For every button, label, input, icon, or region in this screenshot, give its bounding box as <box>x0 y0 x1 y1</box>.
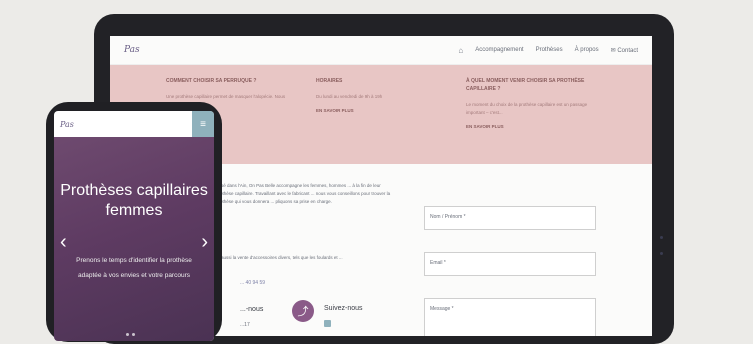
read-more-link[interactable]: EN SAVOIR PLUS <box>316 107 426 115</box>
tablet-sensor-dot <box>660 236 663 239</box>
info-title: À QUEL MOMENT VENIR CHOISIR SA PROTHÈSE … <box>466 78 585 92</box>
phone-screen: Pas ≡ Prothèses capillaires femmes Preno… <box>54 111 214 341</box>
tablet-navbar: Pas ⌂ Accompagnement Prothèses À propos … <box>110 36 652 65</box>
email-field[interactable]: Email * <box>424 252 596 276</box>
slider-dots[interactable] <box>126 333 135 336</box>
contact-line: ...17 <box>240 322 250 328</box>
chevron-right-icon[interactable]: › <box>201 231 208 254</box>
info-text: Le moment du choix de la prothèse capill… <box>466 102 588 115</box>
phone-link[interactable]: ... 40 94 59 <box>240 280 265 286</box>
info-title: HORAIRES <box>316 78 343 84</box>
read-more-link[interactable]: EN SAVOIR PLUS <box>466 123 596 131</box>
share-icon[interactable]: ⤴ <box>292 300 314 322</box>
menu-icon[interactable]: ≡ <box>192 111 214 137</box>
contact-title: ...-nous <box>240 306 264 313</box>
nav-item-contact[interactable]: ✉ Contact <box>611 47 638 54</box>
message-field[interactable]: Message * <box>424 298 596 336</box>
name-field[interactable]: Nom / Prénom * <box>424 206 596 230</box>
hero-text: Prenons le temps d'identifier la prothès… <box>76 257 192 279</box>
hero-slider: Prothèses capillaires femmes Prenons le … <box>54 137 214 341</box>
nav-item-a-propos[interactable]: À propos <box>575 47 599 53</box>
home-icon[interactable]: ⌂ <box>458 46 463 55</box>
phone-device: Pas ≡ Prothèses capillaires femmes Preno… <box>46 102 222 342</box>
site-logo[interactable]: Pas <box>124 45 140 55</box>
nav-item-protheses[interactable]: Prothèses <box>536 47 563 53</box>
info-text: Du lundi au vendredi de 9h à 19h <box>316 94 383 99</box>
info-title: COMMENT CHOISIR SA PERRUQUE ? <box>166 78 257 84</box>
hero-title: Prothèses capillaires femmes <box>60 182 208 219</box>
info-column-horaires: HORAIRES Du lundi au vendredi de 9h à 19… <box>316 77 426 115</box>
site-logo[interactable]: Pas <box>60 120 74 129</box>
tablet-sensor-dot <box>660 252 663 255</box>
phone-navbar: Pas ≡ <box>54 111 214 138</box>
tablet-menu: ⌂ Accompagnement Prothèses À propos ✉ Co… <box>458 46 638 55</box>
chevron-left-icon[interactable]: ‹ <box>60 231 67 254</box>
intro-text: basé dans l'Ain, On Pas Belle accompagne… <box>216 183 391 204</box>
nav-item-accompagnement[interactable]: Accompagnement <box>475 47 523 53</box>
accessories-text: ... aussi la vente d'accessoires divers,… <box>216 255 343 260</box>
info-column-moment: À QUEL MOMENT VENIR CHOISIR SA PROTHÈSE … <box>466 77 596 131</box>
follow-title: Suivez-nous <box>324 305 363 312</box>
